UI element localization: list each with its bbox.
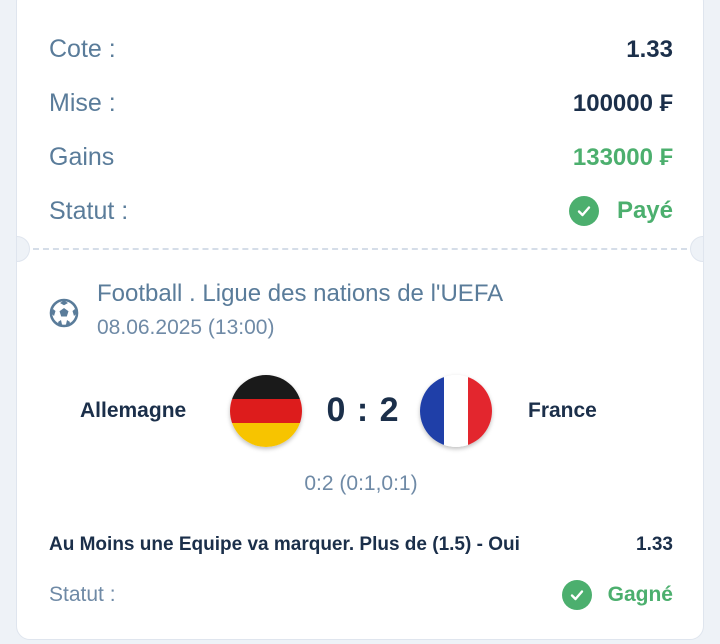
bet-ticket-card: Cote : 1.33 Mise : 100000 ₣ Gains 133000…: [16, 0, 704, 640]
match-scoreboard: Allemagne 0 : 2 France: [17, 369, 703, 449]
winnings-label: Gains: [49, 143, 115, 171]
bet-odds: 1.33: [636, 534, 673, 555]
event-title[interactable]: Football . Ligue des nations de l'UEFA: [97, 280, 503, 308]
stake-value: 100000 ₣: [572, 89, 673, 117]
payout-status-label: Statut :: [49, 196, 129, 225]
winnings-row: Gains 133000 ₣: [49, 143, 673, 172]
away-team-name: France: [528, 399, 597, 422]
match-score: 0 : 2: [326, 391, 400, 429]
check-circle-icon: [568, 196, 599, 226]
odds-row: Cote : 1.33: [49, 35, 673, 64]
bet-status-value: Gagné: [561, 580, 673, 610]
ticket-notch-right: [690, 236, 703, 262]
dashed-divider: [33, 248, 687, 250]
soccer-ball-icon: [49, 298, 79, 328]
odds-label: Cote :: [49, 35, 116, 63]
home-team-name: Allemagne: [80, 399, 187, 422]
bet-status-row: Statut : Gagné: [49, 580, 673, 610]
france-flag-icon: [420, 375, 492, 447]
payout-status-row: Statut : Payé: [49, 196, 673, 226]
stake-label: Mise :: [49, 89, 116, 117]
odds-value: 1.33: [626, 35, 673, 63]
event-date: 08.06.2025 (13:00): [97, 316, 275, 339]
payout-status-text: Payé: [616, 197, 673, 224]
bet-status-text: Gagné: [607, 583, 673, 606]
bet-status-label: Statut :: [49, 583, 116, 606]
ticket-notch-left: [17, 236, 30, 262]
check-circle-icon: [561, 580, 592, 610]
bet-selection-row: Au Moins une Equipe va marquer. Plus de …: [49, 534, 673, 556]
stake-row: Mise : 100000 ₣: [49, 89, 673, 118]
winnings-value: 133000 ₣: [572, 143, 673, 171]
detail-score: 0:2 (0:1,0:1): [304, 472, 418, 495]
bet-selection: Au Moins une Equipe va marquer. Plus de …: [49, 534, 520, 555]
germany-flag-icon: [230, 375, 302, 447]
payout-status-value: Payé: [568, 196, 673, 226]
